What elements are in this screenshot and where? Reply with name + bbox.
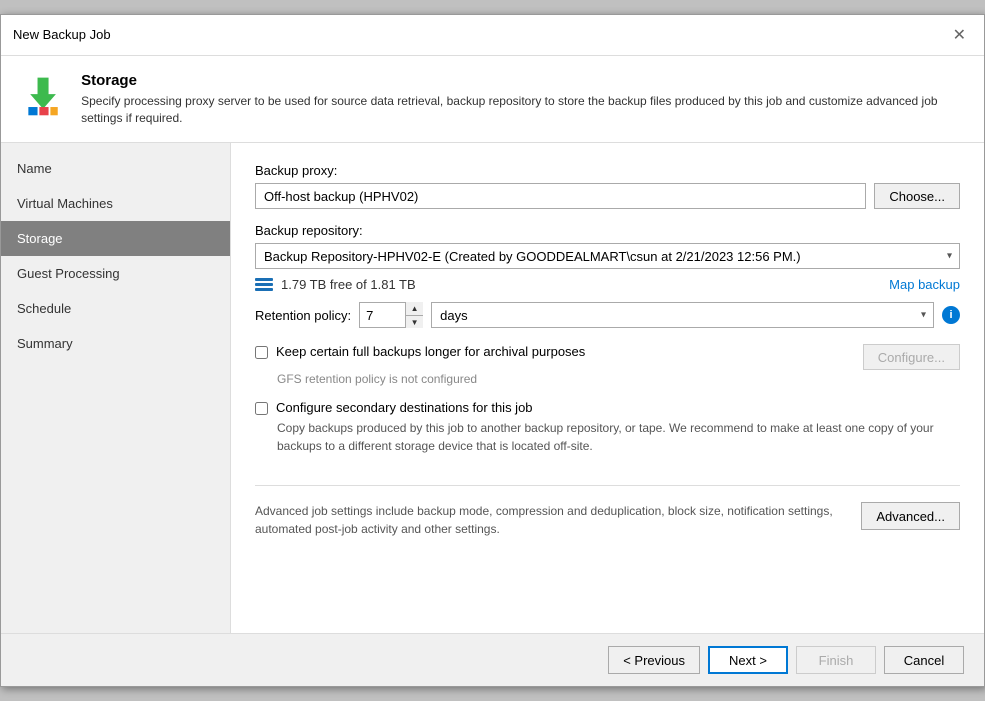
- main-content: Name Virtual Machines Storage Guest Proc…: [1, 143, 984, 633]
- main-window: New Backup Job ✕ Storage Specify process…: [0, 14, 985, 688]
- advanced-description: Advanced job settings include backup mod…: [255, 502, 845, 538]
- backup-repository-label: Backup repository:: [255, 223, 960, 238]
- retention-policy-row: Retention policy: ▲ ▼ days restore point…: [255, 302, 960, 328]
- configure-button: Configure...: [863, 344, 960, 370]
- gfs-not-configured-text: GFS retention policy is not configured: [277, 372, 960, 386]
- sidebar-item-guest-processing[interactable]: Guest Processing: [1, 256, 230, 291]
- secondary-destinations-label: Configure secondary destinations for thi…: [276, 400, 533, 415]
- backup-repository-select[interactable]: Backup Repository-HPHV02-E (Created by G…: [255, 243, 960, 269]
- advanced-section: Advanced job settings include backup mod…: [255, 485, 960, 538]
- previous-button[interactable]: < Previous: [608, 646, 700, 674]
- keep-full-backups-checkbox[interactable]: [255, 346, 268, 359]
- title-bar-left: New Backup Job: [13, 27, 111, 42]
- retention-policy-label: Retention policy:: [255, 308, 351, 323]
- close-button[interactable]: ✕: [947, 23, 972, 47]
- spinner-down-button[interactable]: ▼: [406, 316, 423, 329]
- keep-full-backups-label: Keep certain full backups longer for arc…: [276, 344, 585, 359]
- sidebar-item-storage[interactable]: Storage: [1, 221, 230, 256]
- storage-free-text: 1.79 TB free of 1.81 TB: [281, 277, 881, 292]
- sidebar-item-virtual-machines[interactable]: Virtual Machines: [1, 186, 230, 221]
- advanced-button[interactable]: Advanced...: [861, 502, 960, 530]
- secondary-destinations-desc: Copy backups produced by this job to ano…: [277, 419, 960, 455]
- backup-proxy-input[interactable]: [255, 183, 866, 209]
- sidebar-item-schedule[interactable]: Schedule: [1, 291, 230, 326]
- header-description: Specify processing proxy server to be us…: [81, 93, 964, 127]
- sidebar: Name Virtual Machines Storage Guest Proc…: [1, 143, 231, 633]
- finish-button: Finish: [796, 646, 876, 674]
- window-title: New Backup Job: [13, 27, 111, 42]
- veeam-header-icon: [21, 72, 65, 120]
- keep-full-backups-row: Keep certain full backups longer for arc…: [255, 344, 585, 359]
- backup-repository-select-wrapper: Backup Repository-HPHV02-E (Created by G…: [255, 243, 960, 269]
- backup-proxy-label: Backup proxy:: [255, 163, 960, 178]
- backup-proxy-row: Choose...: [255, 183, 960, 209]
- footer: < Previous Next > Finish Cancel: [1, 633, 984, 686]
- retention-unit-wrapper: days restore points: [431, 302, 934, 328]
- next-button[interactable]: Next >: [708, 646, 788, 674]
- map-backup-link[interactable]: Map backup: [889, 277, 960, 292]
- header-area: Storage Specify processing proxy server …: [1, 56, 984, 144]
- retention-unit-select[interactable]: days restore points: [431, 302, 934, 328]
- spinner-arrows: ▲ ▼: [405, 302, 423, 328]
- sidebar-item-summary[interactable]: Summary: [1, 326, 230, 361]
- retention-spinner: ▲ ▼: [359, 302, 423, 328]
- storage-lines-icon: [255, 278, 273, 292]
- spinner-up-button[interactable]: ▲: [406, 302, 423, 316]
- header-text: Storage Specify processing proxy server …: [81, 72, 964, 127]
- backup-repository-row: Backup Repository-HPHV02-E (Created by G…: [255, 243, 960, 269]
- header-title: Storage: [81, 72, 964, 89]
- retention-info-icon: i: [942, 306, 960, 324]
- choose-proxy-button[interactable]: Choose...: [874, 183, 960, 209]
- secondary-destinations-checkbox[interactable]: [255, 402, 268, 415]
- title-bar: New Backup Job ✕: [1, 15, 984, 56]
- cancel-button[interactable]: Cancel: [884, 646, 964, 674]
- content-panel: Backup proxy: Choose... Backup repositor…: [231, 143, 984, 633]
- storage-info-row: 1.79 TB free of 1.81 TB Map backup: [255, 277, 960, 292]
- sidebar-item-name[interactable]: Name: [1, 151, 230, 186]
- secondary-destinations-row: Configure secondary destinations for thi…: [255, 400, 960, 415]
